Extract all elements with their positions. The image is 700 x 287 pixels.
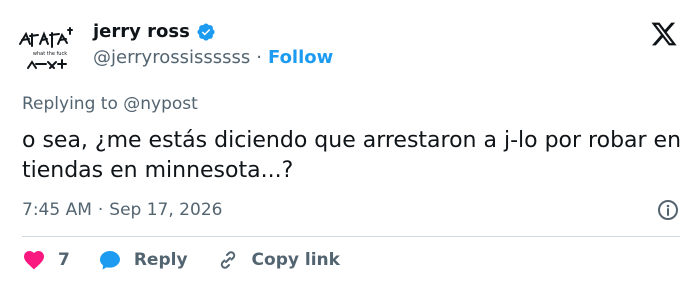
link-icon: [220, 251, 235, 269]
tweet-date: Sep 17, 2026: [109, 200, 223, 220]
reply-bubble-icon: [99, 251, 120, 270]
replying-to[interactable]: Replying to @nypost: [22, 94, 198, 114]
avatar[interactable]: what the fuck: [14, 20, 80, 80]
tweet-timestamp[interactable]: 7:45 AM · Sep 17, 2026: [22, 200, 222, 220]
divider: [22, 236, 680, 237]
tweet-embed-card: what the fuck jerry ross @jerryrossissss…: [0, 0, 700, 287]
action-bar: 7 Reply Copy link: [22, 248, 368, 272]
x-logo-icon[interactable]: [650, 20, 678, 48]
like-button[interactable]: 7: [22, 248, 70, 272]
display-name[interactable]: jerry ross: [93, 20, 190, 44]
info-icon[interactable]: [656, 198, 680, 222]
separator-dot: ·: [256, 47, 262, 68]
copy-link-button[interactable]: Copy link: [216, 248, 340, 272]
tweet-time: 7:45 AM: [22, 200, 92, 220]
tweet-text: o sea, ¿me estás diciendo que arrestaron…: [22, 128, 682, 183]
user-handle[interactable]: @jerryrossissssss: [93, 47, 250, 68]
copy-link-label: Copy link: [251, 250, 340, 270]
follow-button[interactable]: Follow: [268, 47, 333, 68]
like-count: 7: [58, 250, 70, 270]
separator-dot: ·: [97, 200, 104, 220]
reply-button[interactable]: Reply: [98, 248, 188, 272]
verified-badge-icon: [197, 23, 215, 41]
avatar-caption: what the fuck: [33, 51, 67, 57]
author-handle-row: @jerryrossissssss · Follow: [93, 47, 333, 68]
heart-icon: [24, 251, 44, 270]
reply-label: Reply: [133, 250, 188, 270]
author-name-row: jerry ross: [93, 20, 216, 44]
